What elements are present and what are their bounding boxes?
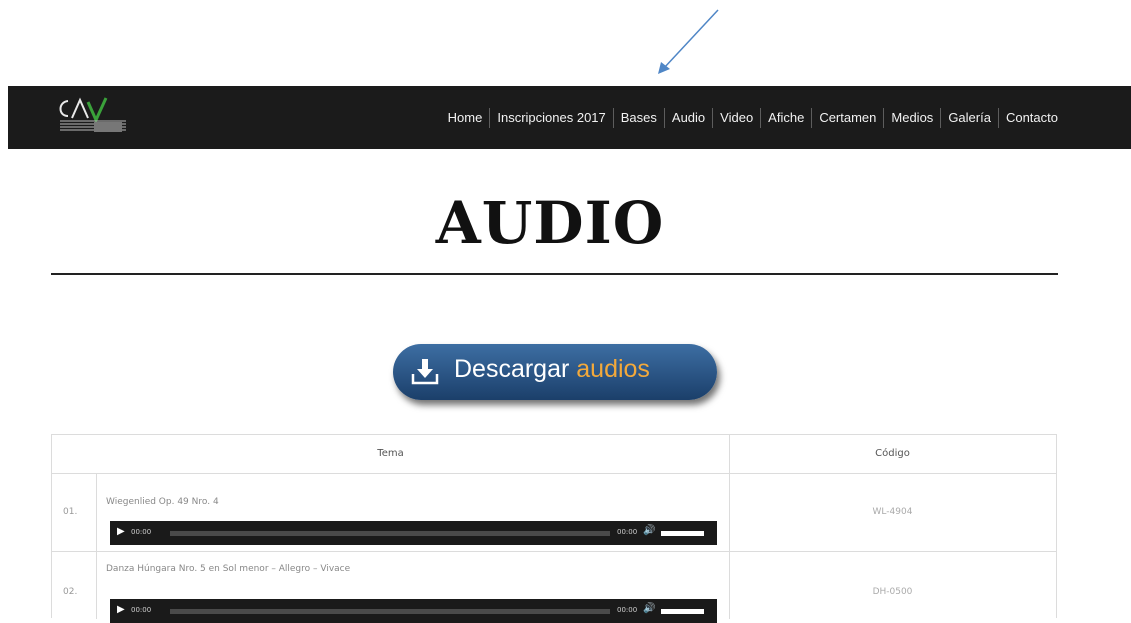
row-number: 01. <box>63 507 78 517</box>
download-label-accent: audios <box>576 355 650 383</box>
current-time: 00:00 <box>131 606 152 614</box>
download-button-label: Descargar audios <box>454 355 650 384</box>
track-title: Danza Húngara Nro. 5 en Sol menor – Alle… <box>106 564 351 574</box>
download-label-main: Descargar <box>454 355 577 383</box>
download-icon <box>411 359 439 385</box>
top-navbar: Home Inscripciones 2017 Bases Audio Vide… <box>8 86 1131 149</box>
audio-player: ▶ 00:00 00:00 🔊 <box>110 521 717 545</box>
nav-item-video[interactable]: Video <box>712 107 760 128</box>
page-title: AUDIO <box>435 189 665 257</box>
nav-item-galeria[interactable]: Galería <box>940 107 998 128</box>
track-code: WL-4904 <box>872 507 913 517</box>
progress-bar[interactable] <box>170 531 610 536</box>
volume-icon[interactable]: 🔊 <box>643 525 655 536</box>
nav-item-audio[interactable]: Audio <box>663 107 712 128</box>
row-number: 02. <box>63 587 78 597</box>
play-icon[interactable]: ▶ <box>117 604 125 615</box>
current-time: 00:00 <box>131 528 152 536</box>
download-audios-button[interactable]: Descargar audios <box>393 344 717 400</box>
column-header-tema: Tema <box>377 448 404 459</box>
volume-slider[interactable] <box>661 609 704 614</box>
nav-item-inscripciones[interactable]: Inscripciones 2017 <box>489 107 612 128</box>
nav-item-medios[interactable]: Medios <box>883 107 940 128</box>
track-title: Wiegenlied Op. 49 Nro. 4 <box>106 497 219 507</box>
progress-bar[interactable] <box>170 609 610 614</box>
annotation-arrow-icon <box>658 9 719 74</box>
play-icon[interactable]: ▶ <box>117 526 125 537</box>
track-code: DH-0500 <box>872 587 913 597</box>
volume-slider[interactable] <box>661 531 704 536</box>
nav-item-afiche[interactable]: Afiche <box>760 107 811 128</box>
audio-player: ▶ 00:00 00:00 🔊 <box>110 599 717 623</box>
column-header-codigo: Código <box>875 448 910 459</box>
volume-icon[interactable]: 🔊 <box>643 603 655 614</box>
nav-item-contacto[interactable]: Contacto <box>997 107 1065 128</box>
nav-item-home[interactable]: Home <box>441 108 490 128</box>
title-divider <box>51 273 1058 275</box>
audio-table: Tema Código 01. Wiegenlied Op. 49 Nro. 4… <box>51 434 1057 623</box>
duration: 00:00 <box>617 528 638 536</box>
main-nav: Home Inscripciones 2017 Bases Audio Vide… <box>441 86 1065 149</box>
nav-item-bases[interactable]: Bases <box>612 107 664 128</box>
nav-item-certamen[interactable]: Certamen <box>811 107 883 128</box>
site-logo[interactable] <box>54 94 128 140</box>
duration: 00:00 <box>617 606 638 614</box>
